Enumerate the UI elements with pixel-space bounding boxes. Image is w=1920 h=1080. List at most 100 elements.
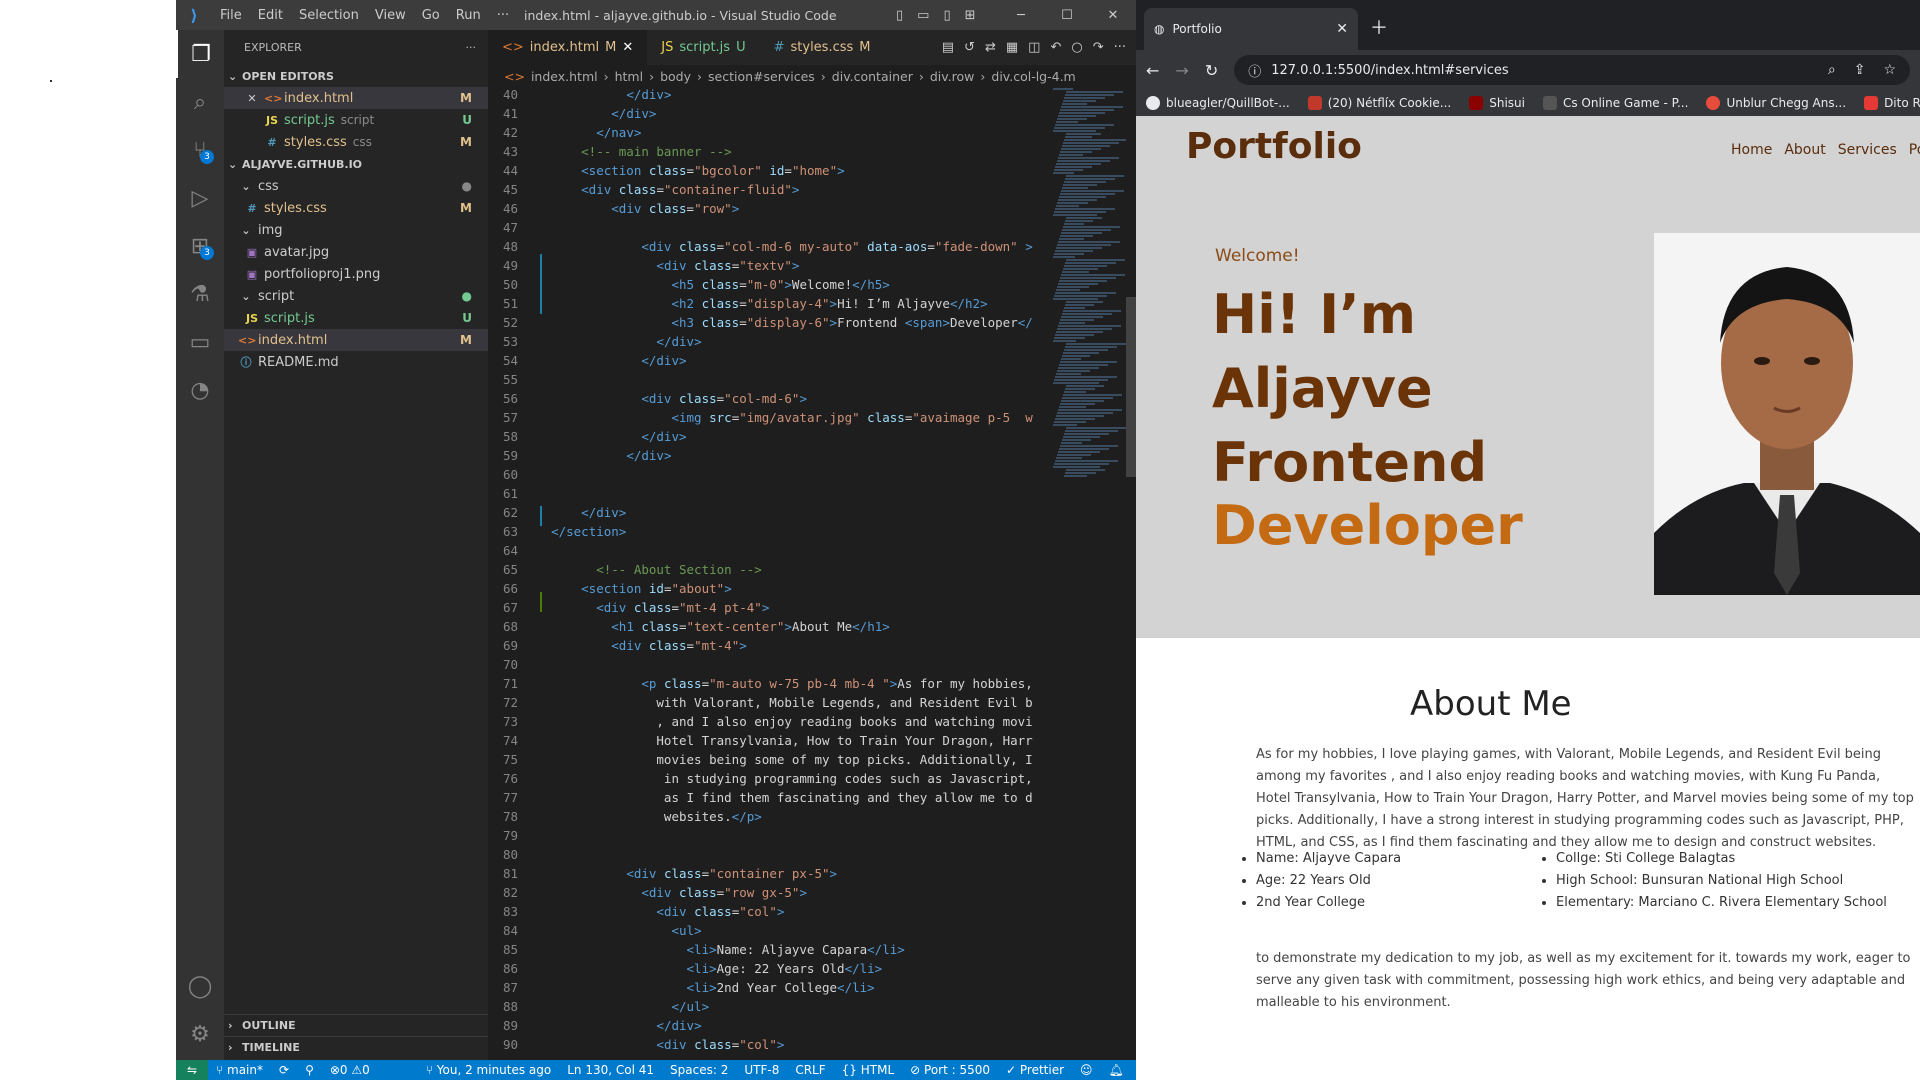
code-line[interactable]: 89 </div> (488, 1018, 1048, 1037)
code-line[interactable]: 60 (488, 467, 1048, 486)
open-editor-script-js[interactable]: JS script.js script U (224, 109, 488, 131)
file-script-js[interactable]: JS script.js U (224, 307, 488, 329)
bookmark-item[interactable]: Dito Register (1864, 96, 1920, 111)
bookmark-item[interactable]: blueagler/QuillBot-... (1146, 96, 1290, 111)
outline-section[interactable]: › OUTLINE (224, 1014, 488, 1036)
feedback-icon[interactable]: ☺ (1072, 1063, 1101, 1077)
code-line[interactable]: 55 (488, 372, 1048, 391)
workspace-section[interactable]: ⌄ ALJAYVE.GITHUB.IO (224, 153, 488, 175)
code-line[interactable]: 65 <!-- About Section --> (488, 562, 1048, 581)
menu-run[interactable]: Run (448, 8, 489, 23)
testing-icon[interactable]: ⚗ (176, 270, 224, 318)
indentation[interactable]: Spaces: 2 (662, 1063, 736, 1077)
git-blame[interactable]: ⑂ You, 2 minutes ago (418, 1063, 559, 1077)
timeline-section[interactable]: › TIMELINE (224, 1036, 488, 1058)
address-bar[interactable]: ⓘ 127.0.0.1:5500/index.html#services ⌕ ⇪… (1234, 55, 1910, 85)
site-brand[interactable]: Portfolio (1186, 126, 1362, 167)
code-line[interactable]: 50 <h5 class="m-0">Welcome!</h5> (488, 277, 1048, 296)
code-line[interactable]: 90 <div class="col"> (488, 1037, 1048, 1056)
run-debug-icon[interactable]: ▷ (176, 174, 224, 222)
code-line[interactable]: 68 <h1 class="text-center">About Me</h1> (488, 619, 1048, 638)
file-avatar-jpg[interactable]: ▣ avatar.jpg (224, 241, 488, 263)
folder-icon[interactable]: ▭ (176, 318, 224, 366)
code-line[interactable]: 47 (488, 220, 1048, 239)
code-line[interactable]: 81 <div class="container px-5"> (488, 866, 1048, 885)
code-line[interactable]: 48 <div class="col-md-6 my-auto" data-ao… (488, 239, 1048, 258)
customize-layout-icon[interactable]: ⊞ (965, 8, 976, 23)
menu-go[interactable]: Go (414, 8, 448, 23)
code-line[interactable]: 85 <li>Name: Aljayve Capara</li> (488, 942, 1048, 961)
code-line[interactable]: 70 (488, 657, 1048, 676)
open-editor-styles-css[interactable]: # styles.css css M (224, 131, 488, 153)
close-icon[interactable]: ✕ (244, 92, 260, 105)
code-line[interactable]: 52 <h3 class="display-6">Frontend <span>… (488, 315, 1048, 334)
folder-script[interactable]: ⌄ script ● (224, 285, 488, 307)
code-line[interactable]: 73 , and I also enjoy reading books and … (488, 714, 1048, 733)
code-line[interactable]: 42 </nav> (488, 125, 1048, 144)
nav-services[interactable]: Services (1838, 142, 1897, 158)
code-line[interactable]: 66 <section id="about"> (488, 581, 1048, 600)
extensions-icon[interactable]: ⊞ 3 (176, 222, 224, 270)
code-line[interactable]: 83 <div class="col"> (488, 904, 1048, 923)
line-ending[interactable]: CRLF (787, 1063, 833, 1077)
code-line[interactable]: 80 (488, 847, 1048, 866)
open-preview-icon[interactable]: ▤ (942, 40, 954, 55)
cursor-position[interactable]: Ln 130, Col 41 (559, 1063, 662, 1077)
breadcrumb-item[interactable]: html (615, 69, 643, 84)
code-line[interactable]: 69 <div class="mt-4"> (488, 638, 1048, 657)
bookmark-item[interactable]: (20) Nétflíx Cookie... (1307, 96, 1451, 111)
code-line[interactable]: 71 <p class="m-auto w-75 pb-4 mb-4 ">As … (488, 676, 1048, 695)
code-line[interactable]: 84 <ul> (488, 923, 1048, 942)
folder-css[interactable]: ⌄ css ● (224, 175, 488, 197)
code-line[interactable]: 67 <div class="mt-4 pt-4"> (488, 600, 1048, 619)
code-line[interactable]: 53 </div> (488, 334, 1048, 353)
branch-indicator[interactable]: ⑂ main* (208, 1063, 271, 1077)
forward-arrow-icon[interactable]: → (1175, 61, 1188, 80)
account-icon[interactable]: ◯ (176, 962, 224, 1010)
breadcrumb-item[interactable]: body (660, 69, 691, 84)
close-tab-icon[interactable]: ✕ (622, 40, 633, 55)
toggle-panel-icon[interactable]: ▭ (917, 8, 929, 23)
liveshare-icon[interactable]: ⚲ (297, 1063, 322, 1077)
encoding[interactable]: UTF-8 (736, 1063, 787, 1077)
editor-scrollbar[interactable] (1126, 87, 1136, 1060)
go-back-icon[interactable]: ↶ (1050, 40, 1061, 55)
problems-indicator[interactable]: ⊗0 ⚠0 (322, 1063, 378, 1077)
breadcrumb-item[interactable]: section#services (708, 69, 815, 84)
nav-portfolio[interactable]: Po (1909, 142, 1920, 158)
minimize-button[interactable]: ─ (998, 8, 1044, 23)
zoom-icon[interactable]: ⌕ (1828, 62, 1836, 78)
remote-icon[interactable]: ⇋ (176, 1060, 208, 1080)
nav-home[interactable]: Home (1731, 142, 1772, 158)
file-portfolioproj1-png[interactable]: ▣ portfolioproj1.png (224, 263, 488, 285)
bookmark-star-icon[interactable]: ☆ (1883, 62, 1896, 78)
settings-gear-icon[interactable]: ⚙ (176, 1010, 224, 1058)
code-line[interactable]: 49 <div class="textv"> (488, 258, 1048, 277)
code-line[interactable]: 86 <li>Age: 22 Years Old</li> (488, 961, 1048, 980)
menu-selection[interactable]: Selection (291, 8, 367, 23)
more-actions-icon[interactable]: ··· (466, 41, 477, 54)
code-line[interactable]: 59 </div> (488, 448, 1048, 467)
breadcrumb-item[interactable]: index.html (531, 69, 598, 84)
open-editors-section[interactable]: ⌄ OPEN EDITORS (224, 65, 488, 87)
tab-script-js[interactable]: JS script.js U (647, 30, 759, 65)
code-line[interactable]: 62 </div> (488, 505, 1048, 524)
code-line[interactable]: 43 <!-- main banner --> (488, 144, 1048, 163)
code-line[interactable]: 63 </section> (488, 524, 1048, 543)
code-line[interactable]: 88 </ul> (488, 999, 1048, 1018)
code-line[interactable]: 46 <div class="row"> (488, 201, 1048, 220)
back-arrow-icon[interactable]: ← (1146, 61, 1159, 80)
code-line[interactable]: 56 <div class="col-md-6"> (488, 391, 1048, 410)
folder-img[interactable]: ⌄ img (224, 219, 488, 241)
next-change-icon[interactable]: ↷ (1093, 40, 1104, 55)
browser-tab[interactable]: ◍ Portfolio ✕ (1144, 8, 1358, 50)
file-index-html[interactable]: <> index.html M (224, 329, 488, 351)
git-graph-icon[interactable]: ◔ (176, 366, 224, 414)
close-tab-icon[interactable]: ✕ (1336, 21, 1348, 37)
reload-icon[interactable]: ↻ (1205, 61, 1218, 80)
compare-changes-icon[interactable]: ⇄ (985, 40, 996, 55)
sync-icon[interactable]: ⟳ (271, 1063, 297, 1077)
code-line[interactable]: 54 </div> (488, 353, 1048, 372)
file-readme-md[interactable]: ⓘ README.md (224, 351, 488, 373)
menu-more[interactable]: ··· (489, 8, 517, 23)
